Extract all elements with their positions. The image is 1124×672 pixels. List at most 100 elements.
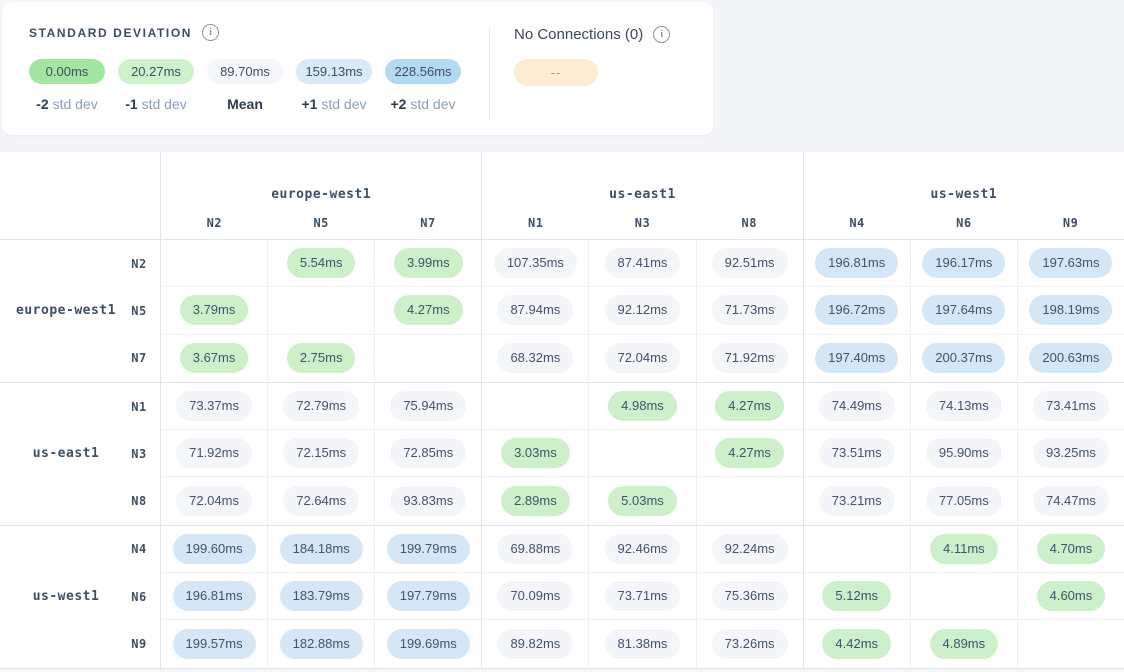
- latency-chip: 72.85ms: [390, 438, 466, 468]
- row-header-node: N8: [118, 494, 160, 508]
- latency-chip: 197.63ms: [1029, 248, 1112, 278]
- latency-cell: [910, 573, 1017, 619]
- row-cells-group: 4.42ms 4.89ms: [803, 620, 1124, 667]
- latency-chip: 196.81ms: [173, 581, 256, 611]
- row-header-node: N1: [118, 400, 160, 414]
- latency-chip: 199.69ms: [387, 629, 470, 659]
- matrix-body: N25.54ms3.99ms107.35ms87.41ms92.51ms196.…: [0, 240, 1124, 669]
- info-icon[interactable]: i: [202, 24, 219, 41]
- row-cells-group: 107.35ms87.41ms92.51ms: [481, 240, 802, 287]
- row-header-node: N5: [118, 304, 160, 318]
- row-header: us-east1N3: [0, 430, 160, 477]
- latency-chip: 196.17ms: [922, 248, 1005, 278]
- latency-chip: 71.73ms: [712, 295, 788, 325]
- no-connections-section: No Connections (0) i --: [490, 2, 670, 135]
- latency-cell: 3.03ms: [482, 430, 588, 476]
- latency-chip: 3.67ms: [180, 343, 249, 373]
- latency-chip: 69.88ms: [497, 534, 573, 564]
- legend-card: STANDARD DEVIATION i 0.00ms20.27ms89.70m…: [2, 2, 713, 135]
- latency-chip: 71.92ms: [176, 438, 252, 468]
- latency-cell: 77.05ms: [910, 477, 1017, 524]
- latency-chip: 4.60ms: [1037, 581, 1106, 611]
- row-header: europe-west1N5: [0, 287, 160, 334]
- legend-label: -2 std dev: [29, 96, 105, 112]
- latency-chip: 73.26ms: [712, 629, 788, 659]
- latency-cell: 200.63ms: [1017, 335, 1124, 382]
- row-header: us-west1N6: [0, 573, 160, 620]
- latency-cell: 197.64ms: [910, 287, 1017, 333]
- latency-cell: 70.09ms: [482, 573, 588, 619]
- latency-cell: 72.04ms: [161, 477, 267, 524]
- latency-cell: 198.19ms: [1017, 287, 1124, 333]
- latency-chip: 5.03ms: [608, 486, 677, 516]
- latency-chip: 4.42ms: [822, 629, 891, 659]
- matrix-row: europe-west1N53.79ms4.27ms87.94ms92.12ms…: [0, 287, 1124, 334]
- latency-cell: 92.24ms: [696, 526, 803, 572]
- column-group-label: us-west1: [804, 152, 1124, 207]
- row-header-node: N6: [118, 590, 160, 604]
- latency-chip: 184.18ms: [280, 534, 363, 564]
- latency-chip: 2.75ms: [287, 343, 356, 373]
- latency-chip: 68.32ms: [497, 343, 573, 373]
- latency-cell: 2.89ms: [482, 477, 588, 524]
- latency-cell: 199.57ms: [161, 620, 267, 667]
- latency-chip: 72.04ms: [176, 486, 252, 516]
- latency-cell: 107.35ms: [482, 240, 588, 286]
- matrix-row: N173.37ms72.79ms75.94ms4.98ms4.27ms74.49…: [0, 383, 1124, 430]
- std-dev-section: STANDARD DEVIATION i 0.00ms20.27ms89.70m…: [2, 2, 461, 135]
- latency-cell: 196.81ms: [804, 240, 910, 286]
- row-header-node: N3: [118, 447, 160, 461]
- latency-cell: 197.40ms: [804, 335, 910, 382]
- latency-cell: 73.26ms: [696, 620, 803, 667]
- latency-chip: 74.13ms: [926, 391, 1002, 421]
- latency-cell: 200.37ms: [910, 335, 1017, 382]
- latency-cell: 75.94ms: [374, 383, 481, 429]
- latency-chip: 71.92ms: [712, 343, 788, 373]
- matrix-row: N9199.57ms182.88ms199.69ms89.82ms81.38ms…: [0, 620, 1124, 667]
- latency-chip: 199.60ms: [173, 534, 256, 564]
- legend-label-strong: +2: [391, 96, 407, 112]
- latency-cell: 4.89ms: [910, 620, 1017, 667]
- row-header-node: N2: [118, 257, 160, 271]
- row-cells-group: 3.67ms 2.75ms: [160, 335, 481, 382]
- row-header: N1: [0, 383, 160, 430]
- latency-cell: 87.94ms: [482, 287, 588, 333]
- row-cells-group: 68.32ms72.04ms71.92ms: [481, 335, 802, 382]
- legend-chip: 20.27ms: [118, 59, 194, 84]
- latency-cell: 74.47ms: [1017, 477, 1124, 524]
- row-cells-group: 73.21ms77.05ms74.47ms: [803, 477, 1124, 524]
- latency-cell: 93.83ms: [374, 477, 481, 524]
- row-group-label: europe-west1: [14, 303, 118, 318]
- latency-chip: 197.40ms: [815, 343, 898, 373]
- legend-label-strong: -1: [125, 96, 137, 112]
- latency-chip: 3.79ms: [180, 295, 249, 325]
- column-node-row: N1N3N8: [482, 207, 802, 239]
- latency-chip: 4.27ms: [394, 295, 463, 325]
- latency-cell: 4.27ms: [696, 430, 803, 476]
- row-header-node: N4: [118, 542, 160, 556]
- row-cells-group: 69.88ms 92.46ms 92.24ms: [481, 526, 802, 573]
- row-cells-group: 74.49ms74.13ms73.41ms: [803, 383, 1124, 430]
- latency-chip: 77.05ms: [926, 486, 1002, 516]
- latency-matrix: europe-west1N2N5N7us-east1N1N3N8us-west1…: [0, 152, 1124, 668]
- legend-label: Mean: [207, 96, 283, 112]
- latency-chip: 200.37ms: [922, 343, 1005, 373]
- row-group: N4199.60ms184.18ms199.79ms69.88ms92.46ms…: [0, 526, 1124, 669]
- legend-label-strong: Mean: [227, 96, 263, 112]
- latency-cell: 3.99ms: [374, 240, 481, 286]
- latency-chip: 5.54ms: [287, 248, 356, 278]
- row-cells-group: 199.57ms182.88ms199.69ms: [160, 620, 481, 667]
- info-icon[interactable]: i: [653, 26, 670, 43]
- legend-label: +1 std dev: [296, 96, 372, 112]
- column-group: europe-west1N2N5N7: [160, 152, 481, 239]
- latency-chip: 3.03ms: [501, 438, 570, 468]
- matrix-corner: [0, 152, 160, 239]
- latency-cell: 72.64ms: [267, 477, 374, 524]
- latency-chip: 87.41ms: [605, 248, 681, 278]
- column-header-node: N7: [375, 207, 482, 239]
- no-connections-chip: --: [514, 59, 598, 86]
- row-cells-group: 4.98ms4.27ms: [481, 383, 802, 430]
- latency-chip: 92.46ms: [605, 534, 681, 564]
- latency-chip: 107.35ms: [494, 248, 577, 278]
- latency-chip: 200.63ms: [1029, 343, 1112, 373]
